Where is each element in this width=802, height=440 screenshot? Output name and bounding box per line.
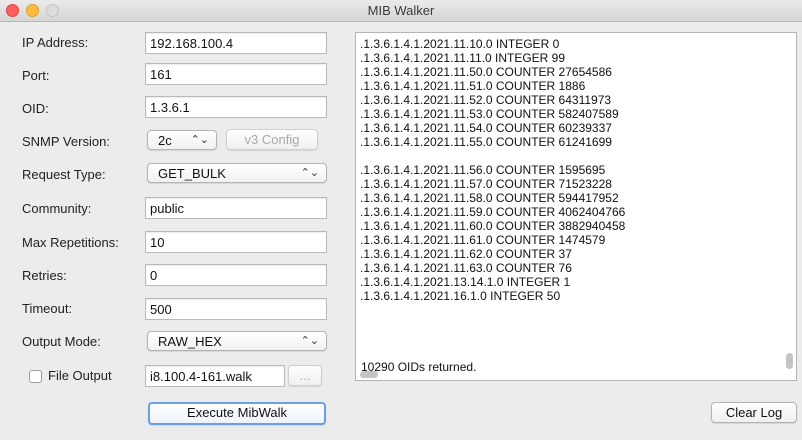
log-line: .1.3.6.1.4.1.2021.11.54.0 COUNTER 602393… xyxy=(360,121,612,135)
log-line: .1.3.6.1.4.1.2021.11.52.0 COUNTER 643119… xyxy=(360,93,612,107)
browse-button[interactable]: ... xyxy=(288,365,322,386)
max-repetitions-input[interactable] xyxy=(145,231,327,253)
window-title: MIB Walker xyxy=(367,3,435,18)
select-arrows-icon: ⌃⌄ xyxy=(190,134,209,146)
snmp-version-value: 2c xyxy=(158,133,172,148)
community-input[interactable] xyxy=(145,197,327,219)
request-type-value: GET_BULK xyxy=(158,166,226,181)
log-line: .1.3.6.1.4.1.2021.11.58.0 COUNTER 594417… xyxy=(360,191,619,205)
output-mode-select[interactable]: RAW_HEX ⌃⌄ xyxy=(147,331,327,351)
log-line: .1.3.6.1.4.1.2021.11.60.0 COUNTER 388294… xyxy=(360,219,626,233)
v3-config-button[interactable]: v3 Config xyxy=(226,129,318,150)
log-line: .1.3.6.1.4.1.2021.11.62.0 COUNTER 37 xyxy=(360,247,572,261)
log-line: .1.3.6.1.4.1.2021.11.55.0 COUNTER 612416… xyxy=(360,135,612,149)
log-line: .1.3.6.1.4.1.2021.13.14.1.0 INTEGER 1 xyxy=(360,275,571,289)
log-line: .1.3.6.1.4.1.2021.11.50.0 COUNTER 276545… xyxy=(360,65,612,79)
select-arrows-icon: ⌃⌄ xyxy=(300,167,319,179)
log-line: .1.3.6.1.4.1.2021.11.59.0 COUNTER 406240… xyxy=(360,205,626,219)
log-summary: 10290 OIDs returned. xyxy=(361,360,477,374)
horizontal-scrollbar-thumb[interactable] xyxy=(360,371,378,378)
clear-log-button[interactable]: Clear Log xyxy=(711,402,797,423)
oid-input[interactable] xyxy=(145,96,327,118)
log-line: .1.3.6.1.4.1.2021.16.1.0 INTEGER 50 xyxy=(360,289,561,303)
log-line: .1.3.6.1.4.1.2021.11.11.0 INTEGER 99 xyxy=(360,51,566,65)
log-line: .1.3.6.1.4.1.2021.11.53.0 COUNTER 582407… xyxy=(360,107,619,121)
execute-mibwalk-button[interactable]: Execute MibWalk xyxy=(148,402,326,425)
file-output-label: File Output xyxy=(48,368,112,383)
log-line: .1.3.6.1.4.1.2021.11.51.0 COUNTER 1886 xyxy=(360,79,586,93)
snmp-version-label: SNMP Version: xyxy=(22,134,110,149)
title-bar: MIB Walker xyxy=(0,0,802,22)
community-label: Community: xyxy=(22,201,92,216)
log-line: .1.3.6.1.4.1.2021.11.57.0 COUNTER 715232… xyxy=(360,177,612,191)
file-output-path-input[interactable] xyxy=(145,365,285,387)
port-label: Port: xyxy=(22,68,50,83)
output-mode-value: RAW_HEX xyxy=(158,334,222,349)
timeout-input[interactable] xyxy=(145,298,327,320)
output-mode-label: Output Mode: xyxy=(22,334,101,349)
timeout-label: Timeout: xyxy=(22,301,73,316)
port-input[interactable] xyxy=(145,63,327,85)
log-lines: .1.3.6.1.4.1.2021.11.10.0 INTEGER 0.1.3.… xyxy=(360,37,625,303)
log-line: .1.3.6.1.4.1.2021.11.63.0 COUNTER 76 xyxy=(360,261,572,275)
oid-label: OID: xyxy=(22,101,49,116)
ip-address-label: IP Address: xyxy=(22,35,89,50)
ip-address-input[interactable] xyxy=(145,32,327,54)
retries-input[interactable] xyxy=(145,264,327,286)
retries-label: Retries: xyxy=(22,268,67,283)
snmp-version-select[interactable]: 2c ⌃⌄ xyxy=(147,130,217,150)
log-line: .1.3.6.1.4.1.2021.11.10.0 INTEGER 0 xyxy=(360,37,560,51)
log-line: .1.3.6.1.4.1.2021.11.61.0 COUNTER 147457… xyxy=(360,233,606,247)
file-output-checkbox[interactable] xyxy=(29,370,42,383)
request-type-select[interactable]: GET_BULK ⌃⌄ xyxy=(147,163,327,183)
max-repetitions-label: Max Repetitions: xyxy=(22,235,119,250)
select-arrows-icon: ⌃⌄ xyxy=(300,335,319,347)
vertical-scrollbar-thumb[interactable] xyxy=(786,353,793,369)
output-log[interactable]: .1.3.6.1.4.1.2021.11.10.0 INTEGER 0.1.3.… xyxy=(355,32,797,381)
request-type-label: Request Type: xyxy=(22,167,106,182)
log-line: .1.3.6.1.4.1.2021.11.56.0 COUNTER 159569… xyxy=(360,163,606,177)
